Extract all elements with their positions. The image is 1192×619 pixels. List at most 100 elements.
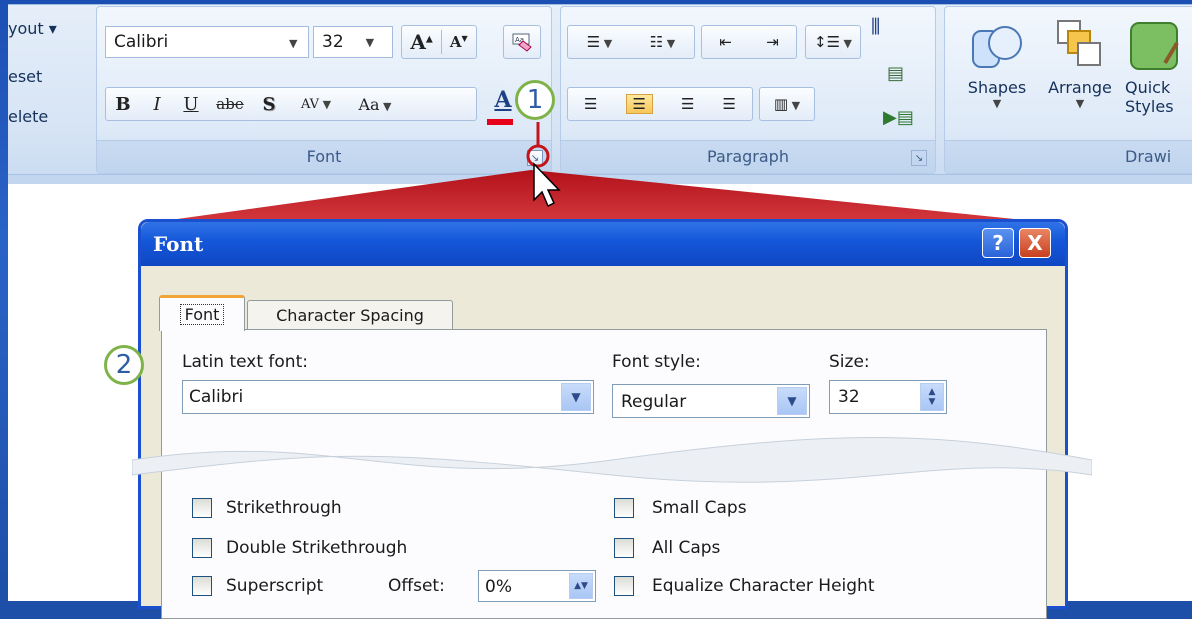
callout-badge-1: 1 xyxy=(515,80,555,120)
underline-button[interactable]: U xyxy=(174,94,208,115)
indent-buttons: ⇤ ⇥ xyxy=(701,25,797,59)
character-spacing-button[interactable]: AV ▼ xyxy=(286,97,346,112)
close-button[interactable]: X xyxy=(1019,228,1051,258)
tab-font[interactable]: Font xyxy=(159,295,245,331)
strikethrough-button[interactable]: abe xyxy=(208,95,252,113)
offset-label: Offset: xyxy=(388,576,445,596)
chevron-down-icon[interactable]: ▼ xyxy=(777,387,807,415)
chevron-down-icon: ▼ xyxy=(1075,97,1085,110)
line-spacing-icon: ↕☰ ▼ xyxy=(814,33,852,51)
alignment-buttons: ☰ ☰ ☰ ☰ xyxy=(567,87,753,121)
layout-button[interactable]: yout ▾ xyxy=(8,19,57,38)
all-caps-checkbox[interactable] xyxy=(614,538,634,558)
bold-button[interactable]: B xyxy=(106,94,140,115)
offset-spinner[interactable]: 0% ▲▼ xyxy=(478,570,596,602)
equalize-height-checkbox[interactable] xyxy=(614,576,634,596)
paragraph-group-label: Paragraph xyxy=(561,140,935,173)
shapes-icon xyxy=(972,26,1022,68)
numbering-icon[interactable]: ☷ ▼ xyxy=(650,33,675,51)
ribbon-bottom-strip xyxy=(8,174,1192,184)
help-icon: ? xyxy=(992,231,1004,255)
align-left-icon[interactable]: ☰ xyxy=(584,95,597,113)
change-case-label: Aa xyxy=(358,94,380,114)
shapes-button[interactable]: Shapes ▼ xyxy=(955,17,1039,147)
chevron-down-icon[interactable]: ▼ xyxy=(289,37,297,50)
close-icon: X xyxy=(1027,231,1043,255)
chevron-down-icon: ▼ xyxy=(992,97,1002,110)
text-direction-icon[interactable]: ⫴ xyxy=(871,15,880,40)
quick-styles-button[interactable]: Quick Styles xyxy=(1125,17,1189,147)
reset-button[interactable]: eset xyxy=(8,67,42,86)
font-group: Calibri ▼ 32 ▼ A▲ A▼ Aa B I U abe S AV ▼… xyxy=(96,6,552,174)
arrange-button[interactable]: Arrange ▼ xyxy=(1041,17,1119,147)
paragraph-group: ☰ ▼ ☷ ▼ ⇤ ⇥ ↕☰ ▼ ⫴ ▤ ▶▤ ☰ ☰ ☰ ☰ ▥ ▼ Para… xyxy=(560,6,936,174)
justify-icon[interactable]: ☰ xyxy=(723,95,736,113)
quick-styles-icon xyxy=(1130,22,1179,70)
columns-button[interactable]: ▥ ▼ xyxy=(759,87,815,121)
superscript-label: Superscript xyxy=(226,576,324,596)
arrange-icon xyxy=(1057,20,1101,66)
font-size-combo[interactable]: 32 ▼ xyxy=(313,26,393,58)
latin-font-select[interactable]: Calibri ▼ xyxy=(182,380,594,414)
small-caps-label: Small Caps xyxy=(652,498,747,518)
grow-shrink-font-buttons[interactable]: A▲ A▼ xyxy=(401,25,477,59)
small-caps-checkbox[interactable] xyxy=(614,498,634,518)
change-case-button[interactable]: Aa ▼ xyxy=(346,95,404,114)
shadow-button[interactable]: S xyxy=(252,94,286,115)
format-buttons-row: B I U abe S AV ▼ Aa ▼ xyxy=(105,87,477,121)
font-dialog-launcher-icon[interactable]: ↘ xyxy=(527,150,543,166)
paragraph-dialog-launcher-icon[interactable]: ↘ xyxy=(911,150,927,166)
chevron-down-icon: ▼ xyxy=(365,35,375,49)
clear-formatting-button[interactable]: Aa xyxy=(503,25,541,59)
tab-font-label: Font xyxy=(179,304,225,325)
drawing-group-label: Drawi xyxy=(945,140,1192,173)
grow-font-icon[interactable]: A▲ xyxy=(410,30,432,54)
strikethrough-label: Strikethrough xyxy=(226,498,342,518)
columns-icon: ▥ ▼ xyxy=(773,95,801,113)
font-group-label: Font xyxy=(97,140,551,173)
italic-button[interactable]: I xyxy=(140,94,174,115)
smartart-icon[interactable]: ▶▤ xyxy=(883,107,914,128)
shrink-font-icon[interactable]: A▼ xyxy=(450,33,468,51)
font-name-value: Calibri xyxy=(114,32,169,52)
spinner-arrows-icon[interactable]: ▲▼ xyxy=(569,573,593,599)
callout-badge-2: 2 xyxy=(104,345,144,385)
increase-indent-icon[interactable]: ⇥ xyxy=(766,33,779,51)
latin-font-value: Calibri xyxy=(189,387,244,407)
help-button[interactable]: ? xyxy=(982,228,1014,258)
decrease-indent-icon[interactable]: ⇤ xyxy=(719,33,732,51)
tab-character-spacing[interactable]: Character Spacing xyxy=(247,300,453,330)
superscript-checkbox[interactable] xyxy=(192,576,212,596)
delete-button[interactable]: elete xyxy=(8,107,48,126)
align-center-icon[interactable]: ☰ xyxy=(625,94,653,114)
font-color-swatch xyxy=(487,119,513,125)
font-name-combo[interactable]: Calibri xyxy=(105,26,309,58)
clear-formatting-icon: Aa xyxy=(512,33,532,52)
drawing-group: Shapes ▼ Arrange ▼ Quick Styles Drawi xyxy=(944,6,1192,174)
size-spinner[interactable]: 32 ▲ ▼ xyxy=(829,380,947,414)
quick-styles-label-2: Styles xyxy=(1125,97,1174,116)
quick-styles-label-1: Quick xyxy=(1125,78,1171,97)
line-spacing-button[interactable]: ↕☰ ▼ xyxy=(805,25,861,59)
align-right-icon[interactable]: ☰ xyxy=(681,95,694,113)
font-style-value: Regular xyxy=(621,392,687,412)
font-dialog: Font ? X Font Character Spacing Latin te… xyxy=(132,219,1092,619)
offset-value: 0% xyxy=(485,577,512,597)
shapes-label: Shapes xyxy=(967,78,1027,97)
double-strikethrough-checkbox[interactable] xyxy=(192,538,212,558)
spinner-arrows-icon[interactable]: ▲▼ xyxy=(920,383,944,411)
dialog-titlebar: Font xyxy=(141,222,1065,266)
align-text-icon[interactable]: ▤ xyxy=(887,63,904,84)
font-size-value: 32 xyxy=(322,32,344,52)
font-style-select[interactable]: Regular ▼ xyxy=(612,384,810,418)
strikethrough-checkbox[interactable] xyxy=(192,498,212,518)
size-label: Size: xyxy=(829,352,870,372)
font-style-label: Font style: xyxy=(612,352,701,372)
tab-character-spacing-label: Character Spacing xyxy=(276,306,424,325)
chevron-down-icon[interactable]: ▼ xyxy=(561,383,591,411)
equalize-height-label: Equalize Character Height xyxy=(652,576,875,596)
latin-font-label: Latin text font: xyxy=(182,352,308,372)
all-caps-label: All Caps xyxy=(652,538,721,558)
bullets-icon[interactable]: ☰ ▼ xyxy=(587,33,612,51)
dialog-title: Font xyxy=(153,232,204,256)
